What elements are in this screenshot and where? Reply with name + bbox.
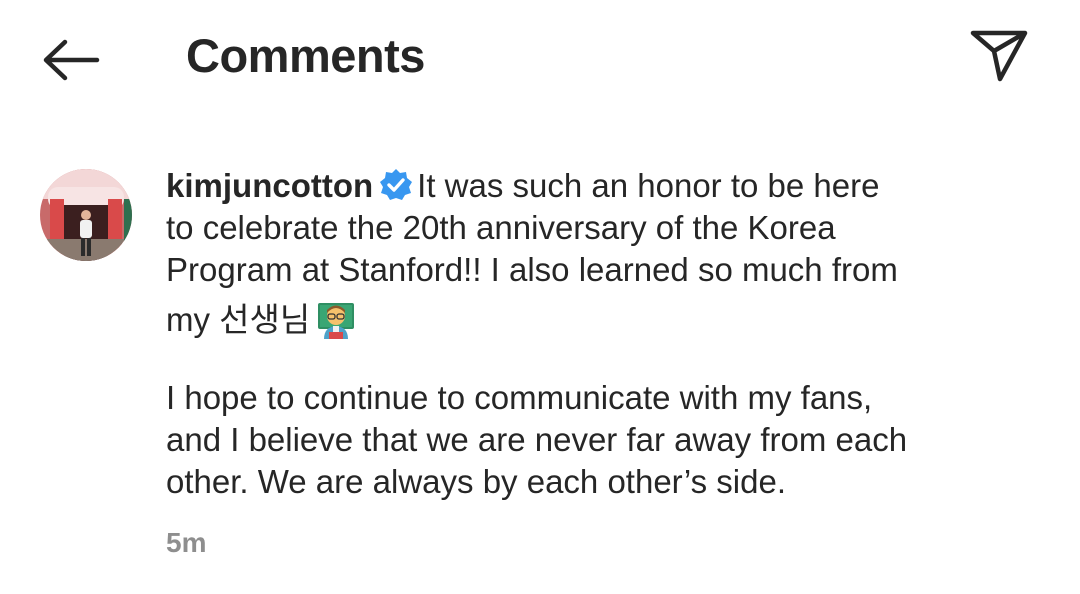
comment-line-4: my 선생님 bbox=[166, 299, 1026, 341]
comment-text-line: Program at Stanford!! I also learned so … bbox=[166, 251, 898, 288]
comment-text-line: It was such an honor to be here bbox=[417, 167, 880, 204]
page-title: Comments bbox=[186, 29, 425, 82]
comment-line-1: kimjuncotton It was such an honor to be h… bbox=[166, 165, 1026, 207]
comment-text-line: to celebrate the 20th anniversary of the… bbox=[166, 209, 836, 246]
comment-timestamp: 5m bbox=[166, 527, 207, 558]
avatar-photo bbox=[40, 169, 132, 261]
comment-text-line: my 선생님 bbox=[166, 301, 311, 338]
verified-badge-icon bbox=[380, 169, 413, 200]
comment-text-line: I hope to continue to communicate with m… bbox=[166, 379, 873, 416]
share-button[interactable] bbox=[964, 24, 1034, 86]
top-bar: Comments bbox=[0, 0, 1080, 115]
comment-text: kimjuncotton It was such an honor to be h… bbox=[166, 165, 1026, 503]
comment-text-line: other. We are always by each other’s sid… bbox=[166, 463, 787, 500]
avatar[interactable] bbox=[40, 169, 132, 261]
username-link[interactable]: kimjuncotton bbox=[166, 167, 373, 204]
paper-plane-icon bbox=[970, 30, 1028, 82]
back-button[interactable] bbox=[36, 30, 106, 90]
teacher-emoji-icon bbox=[318, 303, 355, 339]
comment-text-line: and I believe that we are never far away… bbox=[166, 421, 908, 458]
back-arrow-icon bbox=[43, 39, 100, 81]
